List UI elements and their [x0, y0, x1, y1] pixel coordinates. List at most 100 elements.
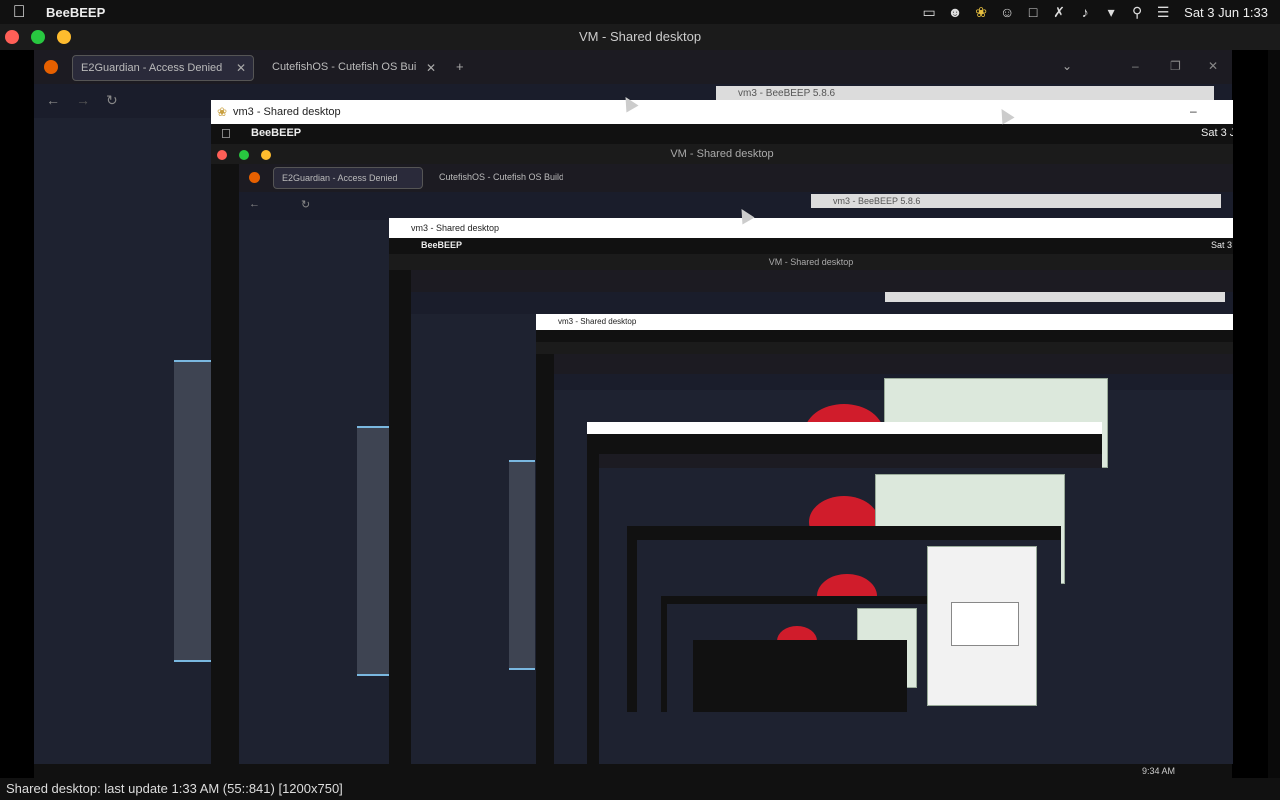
level3-inner-title	[536, 342, 1233, 354]
nested-menu-bar: BeeBEEP Sat 3	[389, 238, 1233, 254]
inner-tab-e2guardian: E2Guardian - Access Denied	[273, 167, 423, 189]
level5-body	[627, 526, 1061, 712]
no-notifications-icon[interactable]: ✗	[1046, 0, 1072, 24]
back-icon[interactable]: ←	[46, 92, 60, 108]
bee-icon: ❀	[217, 105, 228, 119]
level6-screen	[667, 604, 927, 712]
level3-body	[536, 330, 1233, 764]
level3-menubar	[536, 330, 1233, 342]
inner-window-title: VM - Shared desktop	[670, 148, 774, 160]
nested-tab-strip	[411, 270, 1233, 292]
user-icon[interactable]: ☻	[942, 0, 968, 24]
inner-window-titlebar: VM - Shared desktop	[211, 144, 1233, 164]
nested-window-titlebar: vm3 - Shared desktop	[389, 218, 1233, 238]
level7-body	[693, 640, 907, 712]
desktop:  BeeBEEP ▭ ☻ ❀ ☺ □ ✗ ♪ ▾ ⚲ ☰ Sat 3 Jun …	[0, 0, 1280, 800]
level4-tabs	[599, 454, 1102, 468]
minimize-dot	[261, 150, 271, 160]
nested-app-name: BeeBEEP	[421, 240, 463, 250]
tab-label: CutefishOS - Cutefish OS Builds	[272, 61, 416, 73]
app-name[interactable]: BeeBEEP	[46, 5, 105, 20]
ghost-title: vm3 - BeeBEEP 5.8.6	[833, 196, 921, 206]
nested-title: vm3 - Shared desktop	[411, 223, 500, 233]
ghost-title: vm3 - BeeBEEP 5.8.6	[738, 88, 836, 99]
inner-remote-screen: E2Guardian - Access Denied CutefishOS - …	[239, 164, 1233, 764]
firefox-icon	[249, 172, 260, 183]
level3-titlebar: vm3 - Shared desktop	[536, 314, 1233, 330]
maximize-dot	[239, 150, 249, 160]
nested-window-title: VM - Shared desktop	[768, 257, 854, 267]
shared-window-body:  BeeBEEP Sat 3 J VM - Shared desktop E2…	[211, 124, 1233, 764]
level6-body	[661, 596, 927, 712]
nested-ghost	[885, 292, 1225, 302]
status-bar: Shared desktop: last update 1:33 AM (55:…	[0, 778, 1280, 800]
inner-app-name: BeeBEEP	[251, 127, 302, 139]
clipboard-icon[interactable]: □	[1020, 0, 1046, 24]
close-tab-icon[interactable]: ✕	[426, 61, 436, 75]
window-title: VM - Shared desktop	[578, 29, 702, 44]
level3-tabs	[554, 354, 1233, 374]
nested-window-body: BeeBEEP Sat 3 VM - Shared desktop vm3 -	[389, 238, 1233, 764]
menu-bar:  BeeBEEP ▭ ☻ ❀ ☺ □ ✗ ♪ ▾ ⚲ ☰ Sat 3 Jun …	[0, 0, 1280, 24]
level3-screen	[554, 354, 1233, 764]
apple-icon: 	[221, 126, 231, 141]
restore-icon[interactable]: ❐	[1170, 59, 1181, 73]
nested-clock: Sat 3	[1211, 240, 1233, 250]
tab-label: CutefishOS - Cutefish OS Builds	[439, 172, 563, 182]
close-icon[interactable]: ✕	[1208, 59, 1218, 73]
forward-icon[interactable]: →	[76, 92, 90, 108]
scroll-bar-glow	[174, 360, 214, 662]
firefox-icon[interactable]	[44, 60, 58, 74]
close-button[interactable]	[5, 30, 19, 44]
back-icon: ←	[249, 198, 260, 210]
inner-menu-bar:  BeeBEEP Sat 3 J	[211, 124, 1233, 144]
tab-label: E2Guardian - Access Denied	[282, 173, 398, 183]
menu-clock[interactable]: Sat 3 Jun 1:33	[1176, 5, 1280, 20]
window-titlebar: VM - Shared desktop	[0, 24, 1280, 50]
inner-tab-cutefish: CutefishOS - Cutefish OS Builds	[433, 167, 563, 189]
level5-screen	[637, 540, 1061, 712]
inner-clock: Sat 3 J	[1201, 127, 1233, 139]
apple-icon[interactable]: 	[0, 2, 38, 22]
tab-cutefishos[interactable]: CutefishOS - Cutefish OS Builds	[266, 55, 416, 81]
close-tab-icon[interactable]: ✕	[236, 61, 246, 75]
dialog-box	[951, 602, 1019, 646]
vertical-scrollbar[interactable]	[1268, 50, 1280, 778]
status-text: Shared desktop: last update 1:33 AM (55:…	[6, 781, 343, 796]
nested-remote-screen: vm3 - Shared desktop	[411, 270, 1233, 764]
status-tray: ▭ ☻ ❀ ☺ □ ✗ ♪ ▾ ⚲ ☰ Sat 3 Jun 1:33	[916, 0, 1280, 24]
minimize-icon[interactable]: –	[1190, 104, 1197, 118]
reload-icon[interactable]: ↻	[106, 92, 118, 109]
remote-taskbar: 9:34 AM	[34, 764, 1232, 778]
level4-screen	[599, 454, 1102, 764]
control-center-icon[interactable]: ☰	[1150, 0, 1176, 24]
battery-icon[interactable]: ▭	[916, 0, 942, 24]
nested-titlebar: VM - Shared desktop	[389, 254, 1233, 270]
dropdown-icon[interactable]: ▾	[1098, 0, 1124, 24]
inner-tab-strip: E2Guardian - Access Denied CutefishOS - …	[239, 164, 1233, 192]
user-group-icon[interactable]: ☺	[994, 0, 1020, 24]
scroll-bar-glow	[509, 460, 535, 670]
maximize-button[interactable]	[31, 30, 45, 44]
beebeep-window-ghost: vm3 - BeeBEEP 5.8.6	[811, 194, 1221, 208]
level3-title: vm3 - Shared desktop	[558, 317, 637, 326]
level4-body	[587, 434, 1102, 764]
tab-list-icon[interactable]: ⌄	[1062, 59, 1072, 73]
minimize-icon[interactable]: –	[1132, 59, 1139, 73]
tab-label: E2Guardian - Access Denied	[81, 62, 223, 74]
browser-tab-strip: E2Guardian - Access Denied ✕ CutefishOS …	[34, 50, 1232, 84]
shared-desktop-view[interactable]: E2Guardian - Access Denied ✕ CutefishOS …	[0, 50, 1280, 778]
shared-window-title: vm3 - Shared desktop	[233, 106, 341, 118]
search-icon[interactable]: ⚲	[1124, 0, 1150, 24]
tab-e2guardian[interactable]: E2Guardian - Access Denied	[72, 55, 254, 81]
reload-icon: ↻	[301, 199, 311, 211]
taskbar-clock: 9:34 AM	[1142, 766, 1176, 776]
close-dot	[217, 150, 227, 160]
level4-titlebar	[587, 422, 1102, 434]
shared-window-titlebar[interactable]: vm3 - Shared desktop	[211, 100, 1233, 124]
bee-icon[interactable]: ❀	[968, 0, 994, 24]
volume-icon[interactable]: ♪	[1072, 0, 1098, 24]
new-tab-button[interactable]: +	[456, 59, 464, 74]
minimize-button[interactable]	[57, 30, 71, 44]
scroll-bar-glow	[357, 426, 389, 676]
